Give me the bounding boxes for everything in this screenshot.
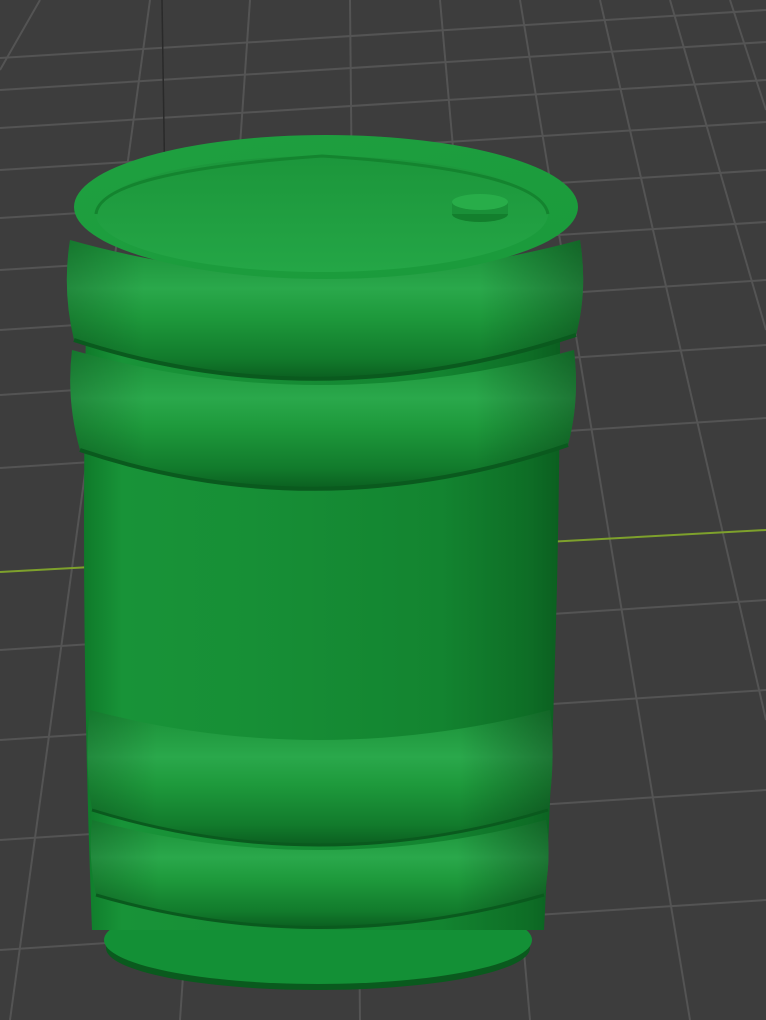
- viewport-canvas[interactable]: [0, 0, 766, 1020]
- bung-cap-icon: [452, 194, 508, 222]
- barrel-mesh[interactable]: [66, 135, 584, 990]
- 3d-viewport[interactable]: [0, 0, 766, 1020]
